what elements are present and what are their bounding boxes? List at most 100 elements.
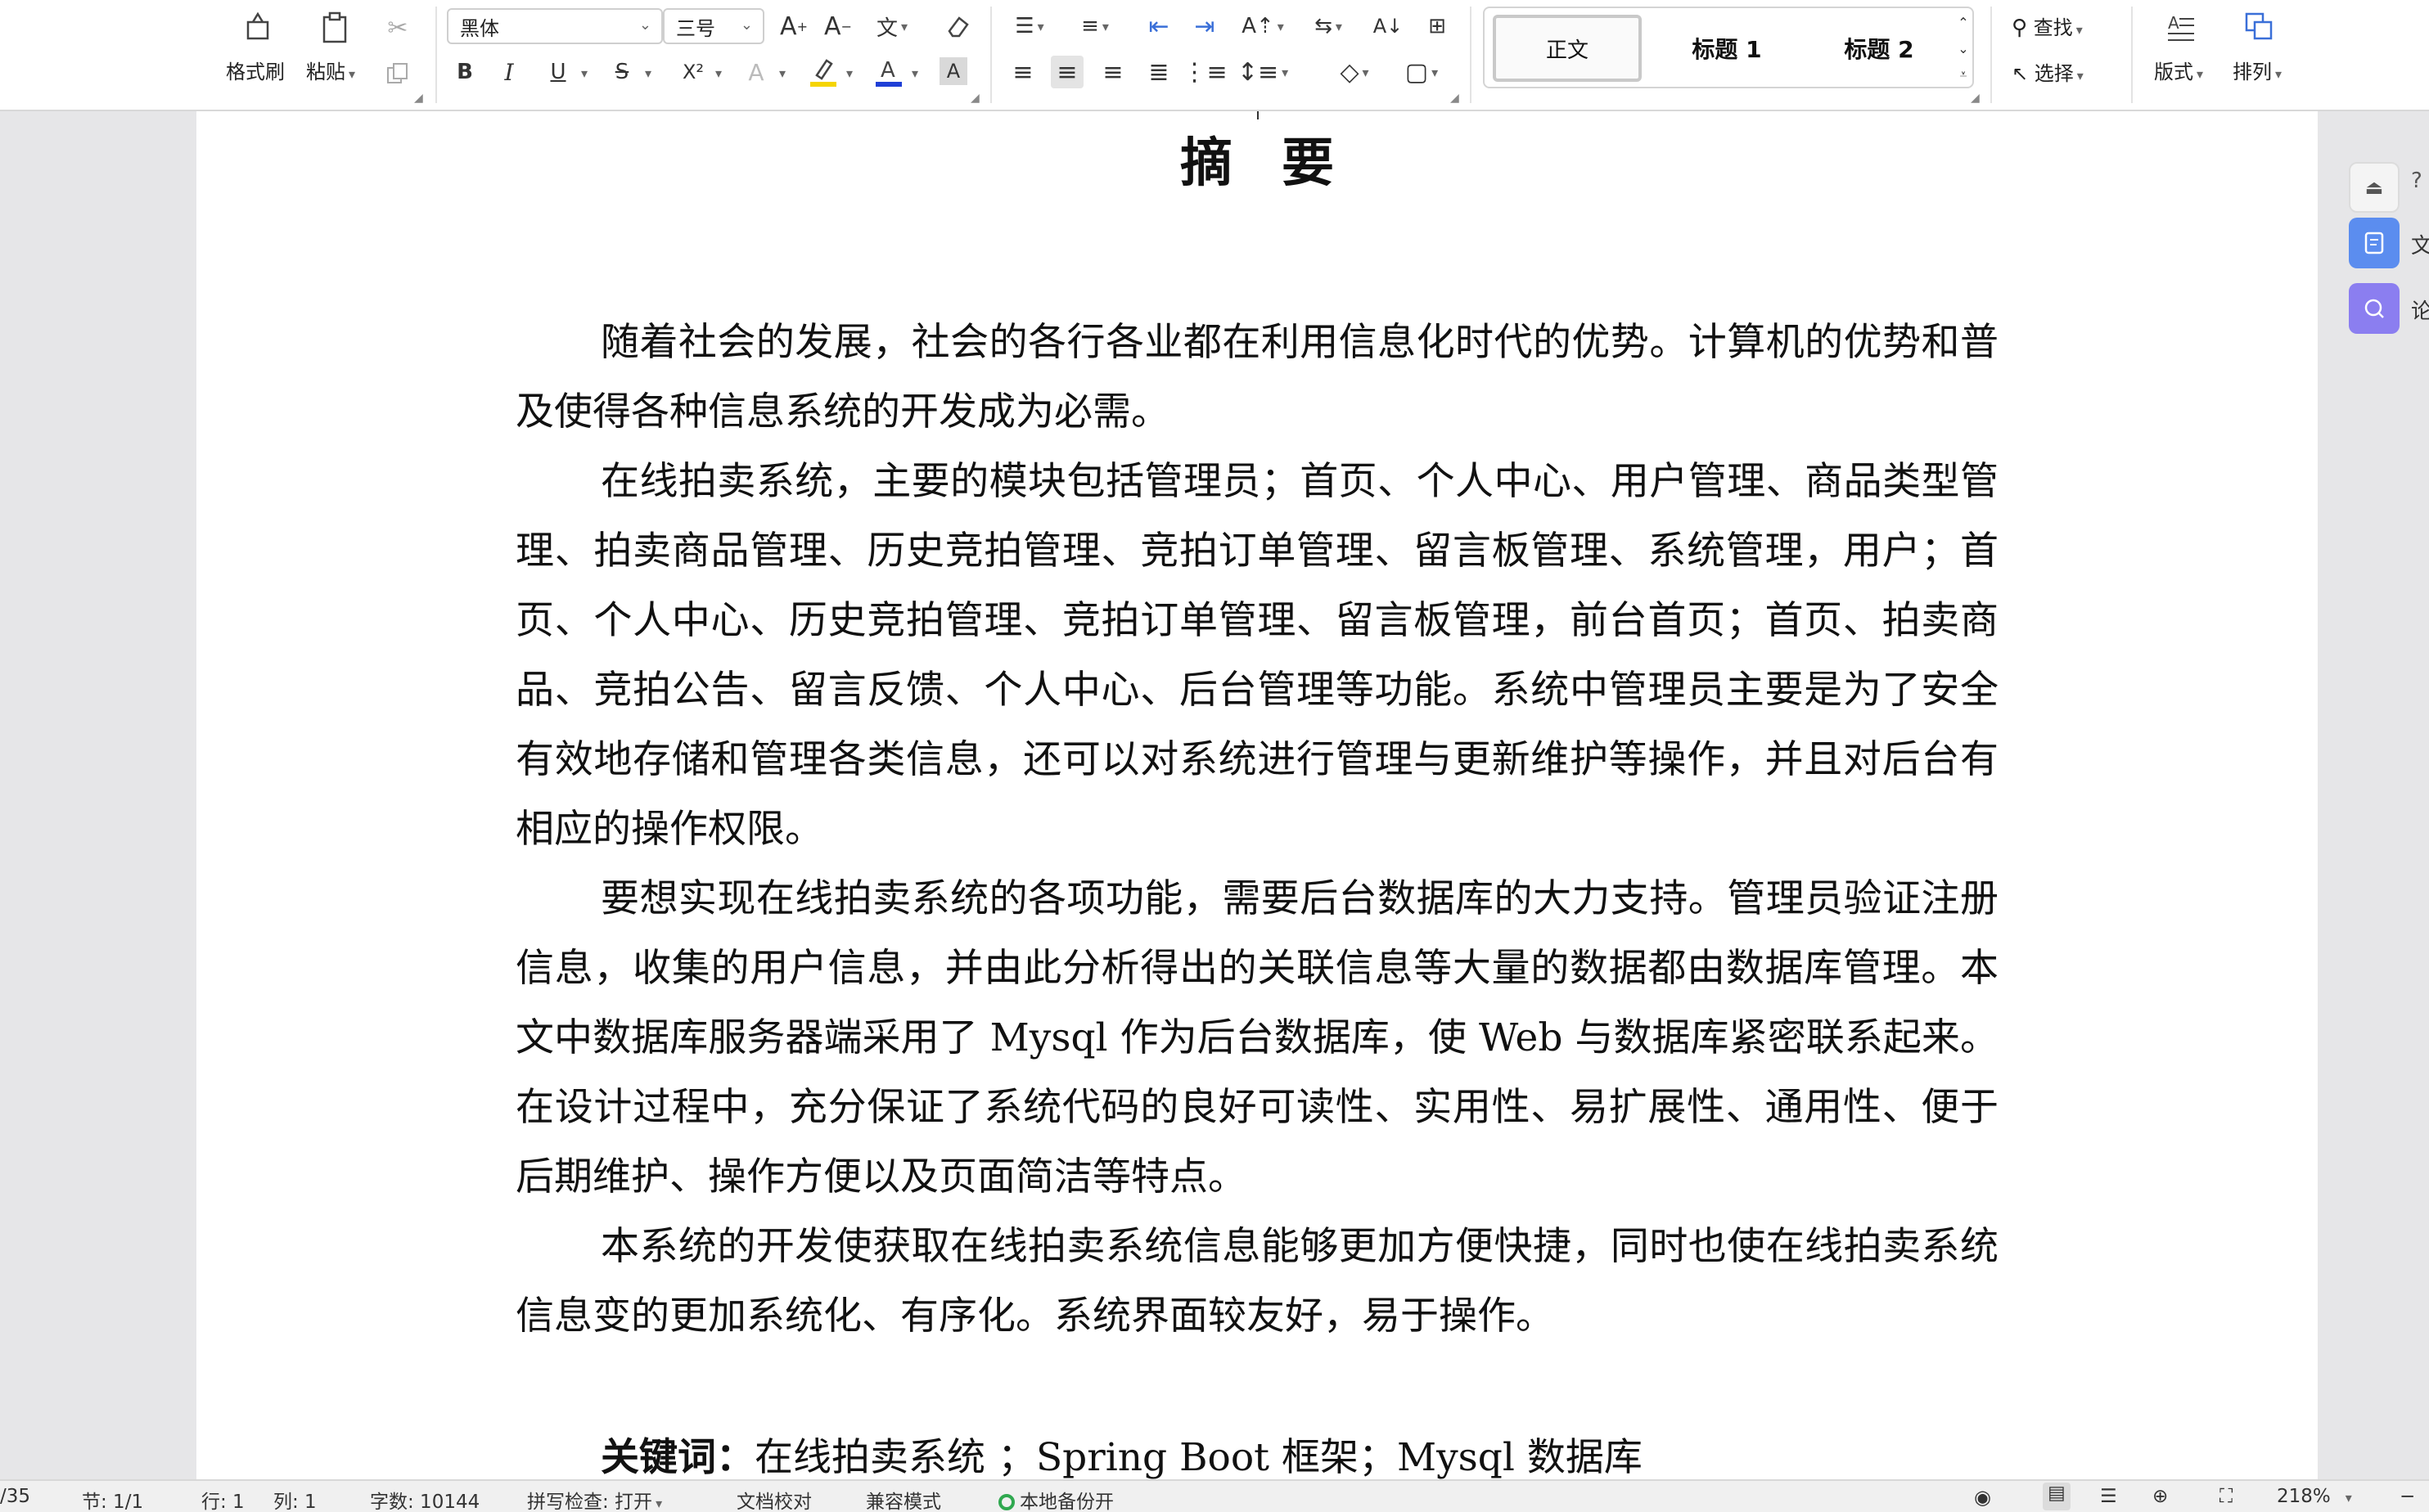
web-view-icon[interactable]: ⊕ [2152, 1486, 2168, 1507]
character-shading-icon[interactable]: A [940, 57, 967, 85]
align-right-icon[interactable]: ≡ [1097, 56, 1129, 88]
proofread-button[interactable]: 文档校对 [737, 1486, 812, 1512]
font-family-select[interactable]: 黑体 ⌄ [447, 8, 663, 44]
word-count[interactable]: 字数: 10144 [370, 1486, 480, 1512]
gallery-scroll-up-icon[interactable]: ⌃ [1954, 11, 1972, 33]
find-label: 查找 [2033, 16, 2073, 39]
fit-page-icon[interactable]: ⛶ [2219, 1486, 2233, 1507]
page-view-icon[interactable]: ▤ [2043, 1483, 2071, 1510]
side-item-label[interactable]: 论 [2411, 295, 2429, 325]
gallery-scroll-down-icon[interactable]: ⌄ [1954, 38, 1972, 59]
chevron-down-icon: ▾ [2197, 66, 2204, 82]
cut-icon[interactable]: ✂ [381, 11, 414, 44]
style-normal[interactable]: 正文 [1493, 15, 1642, 82]
layout-icon[interactable]: A [2162, 8, 2200, 46]
phonetic-guide-icon[interactable]: 文 ▾ [869, 10, 915, 43]
arrange-icon[interactable] [2241, 8, 2278, 46]
paper-assistant-icon[interactable] [2349, 283, 2400, 334]
chevron-down-icon[interactable]: ▾ [581, 65, 588, 81]
sort-az-icon[interactable]: A↓ [1372, 10, 1404, 43]
chevron-down-icon[interactable]: ▾ [645, 65, 651, 81]
backup-status[interactable]: 本地备份开 [998, 1486, 1114, 1512]
line-spacing-icon[interactable]: ↕≡ ▾ [1237, 56, 1288, 88]
font-dialog-launcher[interactable]: ◢ [971, 92, 980, 105]
gallery-more-icon[interactable]: ⩡ [1954, 64, 1972, 85]
strikethrough-icon[interactable]: S [607, 56, 637, 88]
bold-icon[interactable]: B [450, 56, 480, 88]
chevron-down-icon[interactable]: ▾ [846, 65, 853, 81]
shrink-font-icon[interactable]: A − [822, 10, 854, 43]
row-indicator: 行: 1 [201, 1492, 245, 1512]
chevron-down-icon: ⌄ [740, 16, 753, 34]
chevron-down-icon: ▾ [349, 66, 356, 82]
numbered-list-icon[interactable]: ≡ ▾ [1074, 10, 1116, 43]
help-icon[interactable]: ? [2411, 169, 2422, 193]
increase-indent-icon[interactable]: ⇥ [1188, 10, 1221, 43]
divider [2131, 7, 2133, 103]
chevron-down-icon[interactable]: ▾ [715, 65, 722, 81]
spell-check-toggle[interactable]: 拼写检查: 打开 ▾ [527, 1486, 662, 1512]
paste-icon[interactable] [316, 8, 354, 46]
align-left-icon[interactable]: ≡ [1007, 56, 1039, 88]
select-button[interactable]: ↖ 选择 ▾ [2012, 57, 2084, 86]
paragraph: 本系统的开发使获取在线拍卖系统信息能够更加方便快捷，同时也使在线拍卖系统信息变的… [516, 1224, 1999, 1339]
underline-icon[interactable]: U [543, 56, 573, 88]
spell-check-label: 拼写检查: 打开 [527, 1492, 653, 1512]
font-size-select[interactable]: 三号 ⌄ [663, 8, 764, 44]
italic-icon[interactable]: I [494, 56, 524, 88]
borders-icon[interactable]: ▢ ▾ [1396, 56, 1447, 88]
font-color-icon[interactable]: A [872, 54, 905, 90]
chevron-down-icon: ▾ [2076, 68, 2084, 83]
keywords-text: 在线拍卖系统 ；Spring Boot 框架；Mysql 数据库 [755, 1435, 1643, 1480]
page-indicator[interactable]: /35 [0, 1486, 30, 1507]
justify-icon[interactable]: ≣ [1142, 56, 1175, 88]
show-marks-icon[interactable]: ⊞ [1421, 10, 1453, 43]
zoom-out-icon[interactable]: − [2400, 1486, 2415, 1507]
distributed-align-icon[interactable]: ⋮≡ [1182, 56, 1227, 88]
chevron-down-icon: ⌄ [638, 16, 651, 34]
find-button[interactable]: ⚲ 查找 ▾ [2012, 11, 2083, 40]
chevron-down-icon: ▾ [2345, 1490, 2352, 1505]
grow-font-icon[interactable]: A + [777, 10, 810, 43]
highlight-icon[interactable] [807, 54, 840, 90]
arrange-button[interactable]: 排列 ▾ [2233, 56, 2282, 84]
outline-view-icon[interactable]: ☰ [2100, 1486, 2117, 1507]
paste-button[interactable]: 粘贴 ▾ [306, 56, 355, 84]
font-family-value: 黑体 [460, 16, 499, 40]
format-painter-icon[interactable] [239, 8, 277, 46]
styles-dialog-launcher[interactable]: ◢ [1971, 92, 1980, 105]
eye-protection-icon[interactable]: ◉ [1974, 1486, 1991, 1509]
paragraph-shading-icon[interactable]: ◇ ▾ [1329, 56, 1380, 88]
page-title: 摘要 [1180, 133, 1383, 194]
text-direction-icon[interactable]: A⇡ ▾ [1237, 10, 1288, 43]
style-heading-2[interactable]: 标题 2 [1804, 15, 1954, 82]
compat-mode-label: 兼容模式 [866, 1492, 941, 1512]
clear-format-icon[interactable] [941, 10, 974, 43]
divider [990, 7, 992, 103]
bullet-list-icon[interactable]: ☰ ▾ [1008, 10, 1051, 43]
text-effect-icon[interactable]: A [741, 56, 771, 88]
paragraph-dialog-launcher[interactable]: ◢ [1450, 92, 1459, 105]
decrease-indent-icon[interactable]: ⇤ [1142, 10, 1175, 43]
chevron-down-icon[interactable]: ▾ [779, 65, 786, 81]
layout-button[interactable]: 版式 ▾ [2154, 56, 2203, 84]
chevron-down-icon: ▾ [2075, 22, 2083, 38]
document-page[interactable]: 摘要 随着社会的发展，社会的各行各业都在利用信息化时代的优势。计算机的优势和普及… [196, 111, 2318, 1480]
copy-icon[interactable] [381, 57, 414, 90]
superscript-icon[interactable]: X² [674, 56, 712, 88]
abstract-body[interactable]: 随着社会的发展，社会的各行各业都在利用信息化时代的优势。计算机的优势和普及使得各… [516, 308, 1999, 1351]
align-center-icon[interactable]: ≡ [1051, 56, 1084, 88]
clipboard-dialog-launcher[interactable]: ◢ [414, 92, 423, 105]
style-heading-1[interactable]: 标题 1 [1652, 15, 1802, 82]
side-item-label[interactable]: 文 [2411, 229, 2429, 259]
document-assistant-icon[interactable] [2349, 218, 2400, 268]
collapse-panel-icon[interactable]: ⏏ [2349, 162, 2400, 213]
format-painter-button[interactable]: 格式刷 [226, 56, 285, 84]
sort-icon[interactable]: ⇆ ▾ [1303, 10, 1354, 43]
column-indicator: 列: 1 [273, 1492, 317, 1512]
divider [1470, 7, 1471, 103]
chevron-down-icon[interactable]: ▾ [912, 65, 918, 81]
zoom-level[interactable]: 218% ▾ [2277, 1486, 2352, 1507]
paragraph: 随着社会的发展，社会的各行各业都在利用信息化时代的优势。计算机的优势和普及使得各… [516, 320, 1999, 434]
section-indicator[interactable]: 节: 1/1 [82, 1486, 143, 1512]
